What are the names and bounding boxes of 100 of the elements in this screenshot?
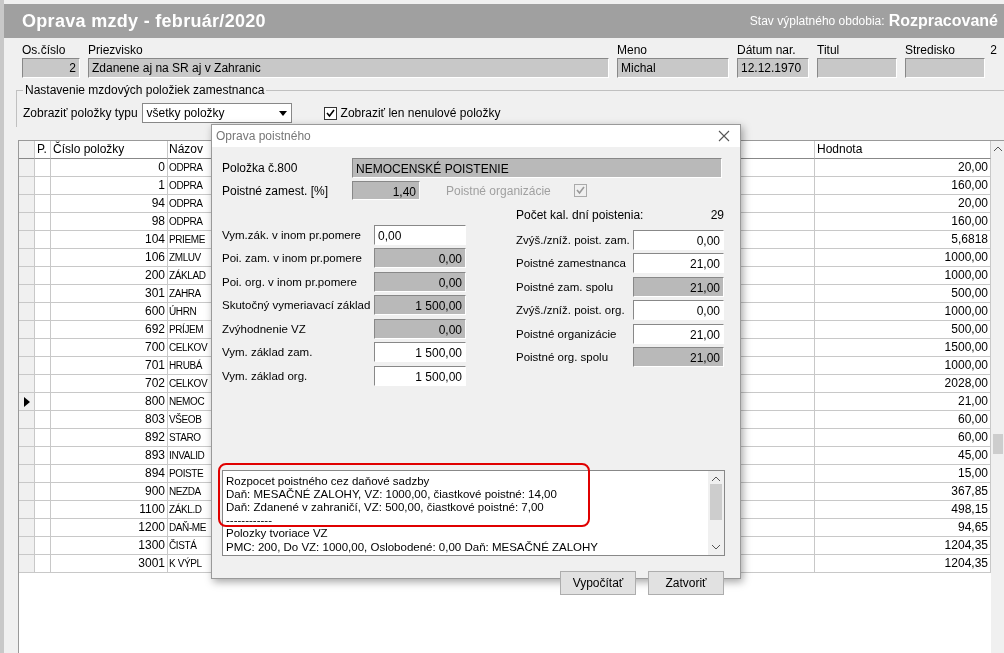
field-label: Titul (817, 43, 840, 58)
field-label-value: 2 (990, 43, 997, 58)
table-cell: 500,00 (815, 285, 991, 303)
table-cell: 692 (51, 321, 168, 339)
table-cell: 60,00 (815, 411, 991, 429)
table-cell: 98 (51, 213, 168, 231)
table-cell (35, 465, 51, 483)
value-field[interactable]: 0,00 (633, 300, 724, 321)
table-cell: 701 (51, 357, 168, 375)
scrollbar[interactable] (991, 141, 1004, 653)
value-field[interactable]: 0,00 (633, 229, 724, 250)
table-cell: 1100 (51, 501, 168, 519)
table-cell: 1000,00 (815, 249, 991, 267)
employee-field[interactable]: Michal (617, 58, 729, 78)
close-icon[interactable] (718, 130, 730, 142)
table-cell: 893 (51, 447, 168, 465)
scroll-up-icon[interactable] (994, 146, 1002, 151)
value-field[interactable]: 21,00 (633, 347, 724, 368)
table-cell: 5,6818 (815, 231, 991, 249)
value-field[interactable]: 0,00 (374, 248, 466, 269)
table-cell: CELKOV (169, 378, 208, 389)
field-label: Os.číslo (22, 43, 66, 58)
field-label: Vym.zák. v inom pr.pomere (222, 228, 362, 241)
table-cell (35, 555, 51, 573)
table-cell (35, 285, 51, 303)
log-line: Daň: MESAČNÉ ZALOHY, VZ: 1000,00, čiastkové poistné: 14,00 (226, 487, 558, 501)
table-cell (35, 393, 51, 411)
scroll-thumb[interactable] (710, 483, 722, 520)
column-header[interactable]: Číslo položky (51, 141, 168, 159)
employee-field[interactable] (817, 58, 897, 78)
field-label: Meno (617, 43, 648, 58)
table-cell: 1000,00 (815, 267, 991, 285)
table-cell (35, 501, 51, 519)
value-field[interactable]: 1 500,00 (374, 365, 466, 386)
field-label: Poistné organizácie (516, 327, 618, 340)
nonzero-checkbox[interactable] (323, 106, 337, 120)
table-cell: 803 (51, 411, 168, 429)
table-cell: 892 (51, 429, 168, 447)
table-cell: VŠEOB (169, 414, 202, 425)
value-field[interactable]: 1 500,00 (374, 295, 466, 316)
dialog-button[interactable]: Zatvoriť (648, 570, 724, 595)
table-cell (35, 411, 51, 429)
table-cell (35, 375, 51, 393)
table-cell: NEMOC (169, 396, 205, 407)
table-cell: 15,00 (815, 465, 991, 483)
status-label: Stav výplatného obdobia: (749, 14, 885, 28)
table-cell (35, 321, 51, 339)
value-field[interactable]: 21,00 (633, 323, 724, 344)
rate-field[interactable]: 1,40 (352, 181, 420, 200)
table-cell: 600 (51, 303, 168, 321)
log-textarea[interactable] (222, 469, 725, 556)
table-cell: 200 (51, 267, 168, 285)
value-field[interactable]: 1 500,00 (374, 342, 466, 363)
field-label: Poi. zam. v inom pr.pomere (222, 252, 363, 265)
table-cell: ODPRA (169, 198, 203, 209)
field-label: Priezvisko (88, 43, 143, 58)
table-cell: ZMLUV (169, 252, 201, 263)
table-cell: 94,65 (815, 519, 991, 537)
dialog-button[interactable]: Vypočítať (560, 570, 636, 595)
row-header[interactable] (19, 393, 35, 411)
table-cell: 1200 (51, 519, 168, 537)
window-title: Oprava mzdy - február/2020 (22, 10, 267, 32)
table-cell: 498,15 (815, 501, 991, 519)
employee-field[interactable]: 12.12.1970 (737, 58, 809, 78)
table-cell: 1000,00 (815, 303, 991, 321)
table-cell: ODPRA (169, 180, 203, 191)
scroll-up-icon[interactable] (712, 475, 720, 481)
field-label: Vym. základ org. (222, 369, 309, 382)
table-cell: 1 (51, 177, 168, 195)
value-field[interactable]: 0,00 (374, 224, 466, 245)
table-cell (35, 231, 51, 249)
table-cell: 301 (51, 285, 168, 303)
item-name-field[interactable]: NEMOCENSKÉ POISTENIE (352, 157, 722, 178)
employee-field[interactable] (905, 58, 985, 78)
scroll-down-icon[interactable] (712, 544, 720, 550)
employee-field[interactable]: Zdanene aj na SR aj v Zahranic (88, 58, 609, 78)
table-cell: STARO (169, 432, 201, 443)
value-field[interactable]: 0,00 (374, 271, 466, 292)
table-cell (35, 429, 51, 447)
rate-label: Poistné zamest. [%] (222, 183, 330, 198)
table-cell: 700 (51, 339, 168, 357)
log-line: Polozky tvoriace VZ (226, 527, 329, 541)
table-cell (35, 519, 51, 537)
value-field[interactable]: 21,00 (633, 253, 724, 274)
column-header[interactable]: P. (35, 141, 51, 159)
table-cell (35, 267, 51, 285)
scroll-thumb[interactable] (993, 434, 1003, 454)
scrollbar[interactable] (708, 470, 724, 555)
table-cell: 104 (51, 231, 168, 249)
table-cell: 3001 (51, 555, 168, 573)
type-dropdown[interactable]: všetky položky (141, 103, 292, 123)
column-header[interactable]: Hodnota (815, 141, 991, 159)
value-field[interactable]: 0,00 (374, 318, 466, 339)
nonzero-label: Zobraziť len nenulové položky (340, 106, 501, 120)
value-field[interactable]: 21,00 (633, 276, 724, 297)
employee-field[interactable]: 2 (22, 58, 80, 78)
field-label: Skutočný vymeriavací základ (222, 299, 372, 312)
table-cell: 60,00 (815, 429, 991, 447)
field-label: Zvýhodnenie VZ (222, 322, 307, 335)
table-cell: 367,85 (815, 483, 991, 501)
